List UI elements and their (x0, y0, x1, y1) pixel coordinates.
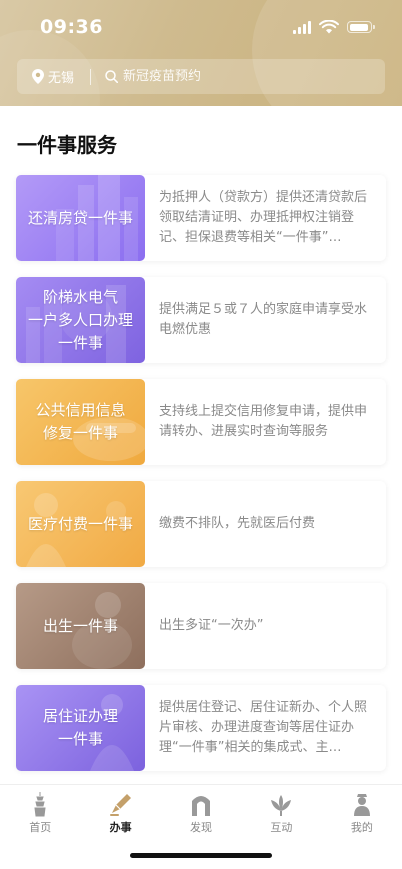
service-description: 出生多证“一次办” (159, 618, 264, 633)
service-title: 还清房贷一件事 (27, 208, 133, 227)
location-selector[interactable]: 无锡 (32, 67, 74, 86)
pen-icon (109, 794, 131, 816)
search-divider (90, 68, 92, 85)
service-description: 提供满足５或７人的家庭申请享受水电燃优惠 (159, 302, 368, 337)
header: 09:36 无锡 (0, 0, 402, 106)
service-thumbnail: 还清房贷一件事 (16, 175, 145, 261)
service-title: 医疗付费一件事 (27, 514, 133, 533)
service-description: 为抵押人（贷款方）提供还清贷款后领取结清证明、办理抵押权注销登记、担保退费等相关… (159, 190, 368, 245)
service-card[interactable]: 居住证办理 一件事 提供居住登记、居住证新办、个人照片审核、办理进度查询等居住证… (16, 685, 386, 771)
signal-icon (293, 20, 311, 34)
service-card[interactable]: 还清房贷一件事 为抵押人（贷款方）提供还清贷款后领取结清证明、办理抵押权注销登记… (16, 175, 386, 261)
tab-interact[interactable]: 互动 (241, 785, 321, 839)
location-pin-icon (32, 69, 44, 84)
tab-label: 办事 (109, 821, 132, 834)
home-indicator[interactable] (130, 853, 272, 858)
service-description: 支持线上提交信用修复申请，提供申请转办、进展实时查询等服务 (159, 404, 368, 439)
service-thumbnail: 医疗付费一件事 (16, 481, 145, 567)
tab-label: 我的 (350, 821, 373, 834)
search-bar: 无锡 (17, 59, 385, 94)
service-card[interactable]: 公共信用信息 修复一件事 支持线上提交信用修复申请，提供申请转办、进展实时查询等… (16, 379, 386, 465)
tab-label: 首页 (29, 821, 52, 834)
status-bar: 09:36 (0, 0, 402, 54)
service-card[interactable]: 医疗付费一件事 缴费不排队，先就医后付费 (16, 481, 386, 567)
tab-label: 互动 (270, 821, 293, 834)
section-title: 一件事服务 (17, 133, 117, 157)
service-title: 阶梯水电气 一户多人口办理 一件事 (27, 287, 133, 352)
wifi-icon (319, 20, 339, 34)
service-thumbnail: 出生一件事 (16, 583, 145, 669)
person-icon (353, 794, 370, 816)
service-title: 居住证办理 一件事 (42, 707, 118, 748)
status-time: 09:36 (40, 16, 103, 38)
location-label: 无锡 (48, 71, 75, 86)
tab-home[interactable]: 首页 (0, 785, 80, 839)
tab-profile[interactable]: 我的 (322, 785, 402, 839)
bottom-tab-bar: 首页 办事 发现 互动 我的 (0, 784, 402, 839)
service-thumbnail: 居住证办理 一件事 (16, 685, 145, 771)
service-title: 公共信用信息 修复一件事 (35, 401, 126, 442)
service-description: 缴费不排队，先就医后付费 (159, 516, 316, 531)
service-card[interactable]: 出生一件事 出生多证“一次办” (16, 583, 386, 669)
service-title: 出生一件事 (42, 616, 118, 635)
search-icon (105, 70, 119, 83)
service-thumbnail: 公共信用信息 修复一件事 (16, 379, 145, 465)
tab-services[interactable]: 办事 (80, 785, 160, 839)
tab-discover[interactable]: 发现 (161, 785, 241, 839)
service-list: 还清房贷一件事 为抵押人（贷款方）提供还清贷款后领取结清证明、办理抵押权注销登记… (16, 175, 386, 787)
service-thumbnail: 阶梯水电气 一户多人口办理 一件事 (16, 277, 145, 363)
service-card[interactable]: 阶梯水电气 一户多人口办理 一件事 提供满足５或７人的家庭申请享受水电燃优惠 (16, 277, 386, 363)
pagoda-icon (34, 792, 46, 817)
search-input[interactable] (123, 69, 344, 84)
service-description: 提供居住登记、居住证新办、个人照片审核、办理进度查询等居住证办理“一件事”相关的… (159, 700, 368, 755)
tab-label: 发现 (190, 821, 213, 834)
arch-icon (192, 796, 211, 816)
battery-icon (347, 21, 375, 33)
lotus-icon (271, 795, 292, 816)
